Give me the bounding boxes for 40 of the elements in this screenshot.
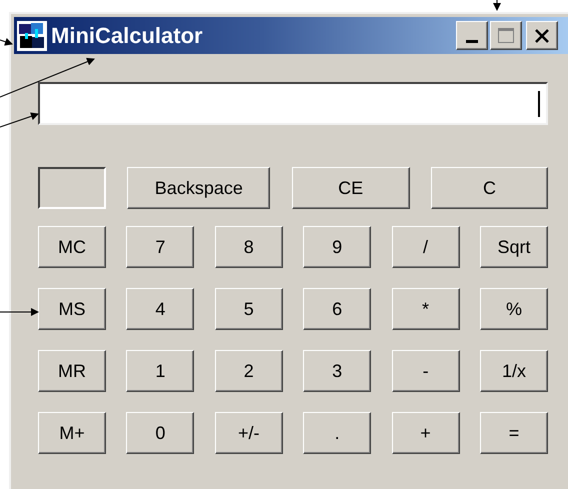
calculator-key[interactable]: MS — [38, 288, 106, 330]
calculator-key[interactable]: 2 — [214, 350, 283, 392]
calculator-key[interactable]: 5 — [214, 288, 283, 330]
maximize-button[interactable] — [490, 21, 522, 50]
calculator-key[interactable]: 4 — [126, 288, 194, 330]
calculator-key[interactable]: / — [392, 226, 460, 268]
calculator-key[interactable]: Backspace — [127, 167, 270, 209]
minimize-button[interactable] — [456, 21, 488, 50]
annotation-arrow — [0, 112, 39, 128]
calculator-key[interactable]: MC — [38, 226, 106, 268]
calculator-key[interactable]: 0 — [126, 412, 194, 454]
calculator-key[interactable]: CE — [292, 167, 410, 209]
app-icon — [17, 20, 47, 50]
calculator-key[interactable]: % — [480, 288, 548, 330]
display-field[interactable] — [38, 82, 548, 125]
text-cursor — [538, 90, 540, 116]
annotation-arrow — [493, 0, 501, 11]
calculator-key[interactable]: +/- — [214, 412, 283, 454]
calculator-key[interactable]: 6 — [303, 288, 372, 330]
annotation-arrow — [0, 38, 13, 46]
calculator-key[interactable]: 9 — [303, 226, 372, 268]
calculator-key[interactable]: * — [392, 288, 460, 330]
calculator-key[interactable]: 1/x — [480, 350, 548, 392]
calculator-key[interactable]: 1 — [126, 350, 194, 392]
memory-indicator — [38, 167, 106, 209]
calculator-key[interactable]: M+ — [38, 412, 106, 454]
close-button[interactable] — [526, 21, 558, 50]
calculator-key[interactable]: - — [392, 350, 460, 392]
calculator-key[interactable]: + — [392, 412, 460, 454]
annotation-arrow — [0, 308, 39, 316]
window-title: MiniCalculator — [51, 24, 203, 46]
calculator-key[interactable]: 7 — [126, 226, 194, 268]
close-icon — [535, 28, 549, 42]
calculator-key[interactable]: = — [480, 412, 548, 454]
calculator-key[interactable]: . — [303, 412, 372, 454]
calculator-key[interactable]: 8 — [214, 226, 283, 268]
calculator-key[interactable]: C — [430, 167, 548, 209]
calculator-key[interactable]: MR — [38, 350, 106, 392]
calculator-key[interactable]: Sqrt — [480, 226, 548, 268]
calculator-key[interactable]: 3 — [303, 350, 372, 392]
